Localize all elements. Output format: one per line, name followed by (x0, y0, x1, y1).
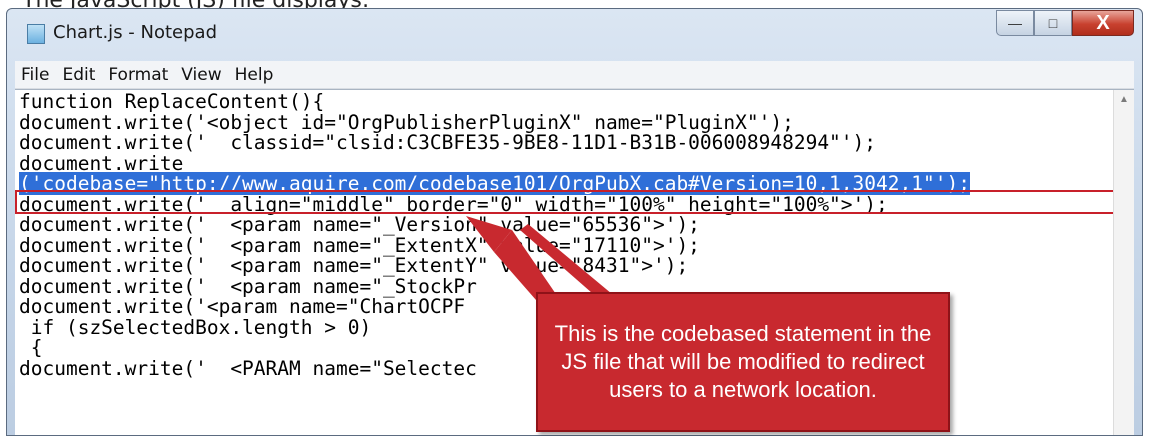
code-line: document.write('<object id="OrgPublisher… (19, 110, 794, 134)
minimize-button[interactable]: — (996, 10, 1034, 36)
menu-file[interactable]: File (21, 65, 49, 85)
menu-view[interactable]: View (181, 65, 221, 85)
code-line: document.write (19, 151, 184, 175)
menu-format[interactable]: Format (108, 65, 168, 85)
title-bar[interactable]: Chart.js - Notepad — □ X (7, 9, 1142, 55)
menu-bar: File Edit Format View Help (15, 61, 1134, 89)
code-line: document.write(' <param name="_ExtentX" … (19, 233, 700, 257)
notepad-icon (27, 24, 45, 44)
close-button[interactable]: X (1072, 10, 1134, 36)
code-line: document.write(' classid="clsid:C3CBFE35… (19, 131, 877, 154)
window-controls: — □ X (996, 10, 1134, 36)
code-line: function ReplaceContent(){ (19, 90, 325, 113)
highlight-box (15, 190, 1119, 214)
code-line: document.write(' <param name="_Version" … (19, 213, 700, 236)
scroll-up-arrow-icon[interactable]: ▲ (1119, 94, 1129, 105)
maximize-button[interactable]: □ (1034, 10, 1072, 36)
vertical-scrollbar[interactable]: ▲ (1113, 90, 1134, 435)
menu-edit[interactable]: Edit (62, 65, 95, 85)
menu-help[interactable]: Help (235, 65, 274, 85)
callout-box: This is the codebased statement in the J… (536, 292, 950, 432)
code-line: document.write(' <param name="_ExtentY" … (19, 254, 689, 277)
window-title: Chart.js - Notepad (53, 22, 217, 43)
